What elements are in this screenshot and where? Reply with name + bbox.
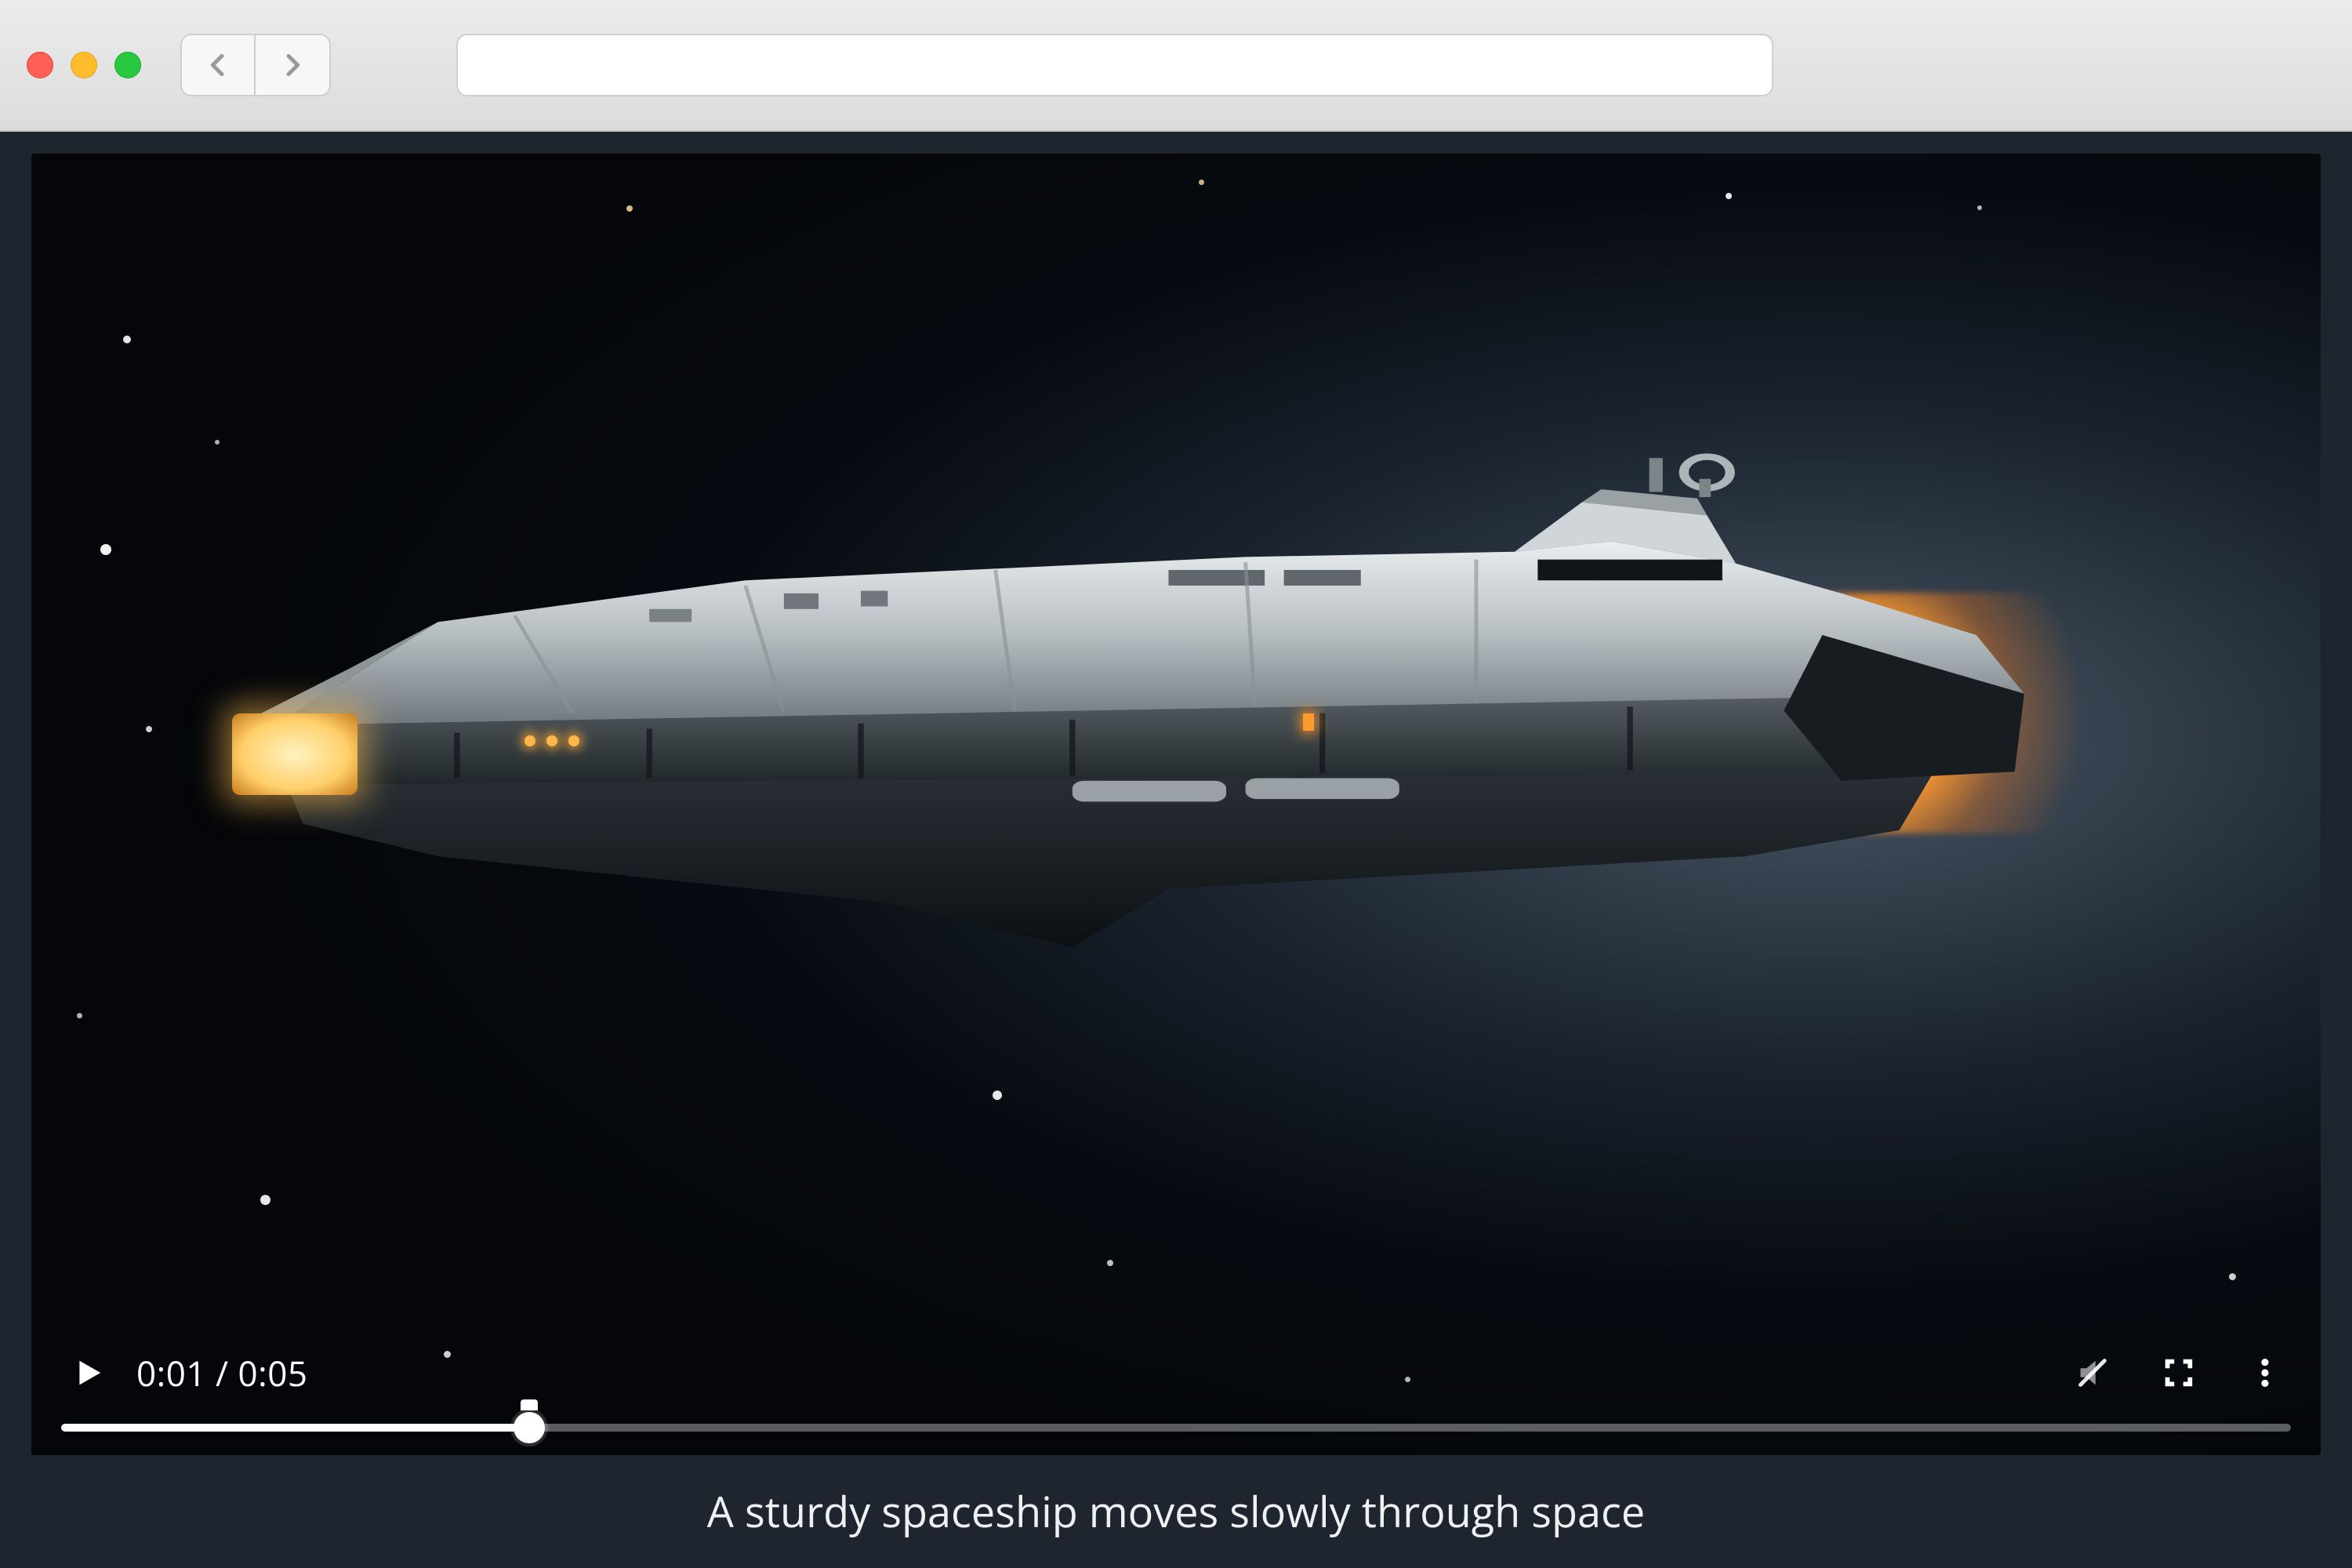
headlight (232, 713, 357, 796)
play-button[interactable] (69, 1355, 105, 1391)
star-icon (77, 1013, 82, 1018)
minimize-window-button[interactable] (71, 52, 97, 78)
more-vertical-icon (2247, 1355, 2283, 1391)
window-controls (27, 52, 141, 78)
navigation-buttons (180, 34, 331, 96)
time-display: 0:01 / 0:05 (136, 1349, 308, 1396)
window-light (1303, 713, 1314, 731)
star-icon (123, 336, 131, 343)
mute-button[interactable] (2074, 1355, 2111, 1391)
page-content: 0:01 / 0:05 (0, 132, 2352, 1568)
browser-toolbar (0, 0, 2352, 132)
maximize-window-button[interactable] (114, 52, 141, 78)
star-icon (100, 544, 111, 555)
more-options-button[interactable] (2247, 1355, 2283, 1391)
chevron-right-icon (277, 49, 308, 81)
star-icon (993, 1091, 1002, 1100)
address-bar[interactable] (456, 34, 1773, 96)
video-caption: A sturdy spaceship moves slowly through … (691, 1455, 1661, 1540)
fullscreen-button[interactable] (2161, 1355, 2197, 1391)
back-button[interactable] (180, 34, 256, 96)
close-window-button[interactable] (27, 52, 53, 78)
star-icon (2229, 1273, 2236, 1280)
progress-thumb[interactable] (514, 1412, 545, 1443)
star-icon (626, 205, 633, 212)
star-icon (1726, 193, 1732, 199)
star-icon (1977, 205, 1982, 210)
browser-window: 0:01 / 0:05 (0, 0, 2352, 1568)
star-icon (1107, 1260, 1113, 1266)
chevron-left-icon (202, 49, 234, 81)
volume-muted-icon (2074, 1355, 2111, 1391)
star-icon (260, 1195, 270, 1205)
progress-bar[interactable] (61, 1414, 2291, 1441)
video-controls: 0:01 / 0:05 (31, 1323, 2321, 1455)
star-icon (146, 726, 152, 732)
video-player[interactable]: 0:01 / 0:05 (31, 154, 2321, 1455)
star-icon (1199, 180, 1204, 185)
running-lights (524, 735, 579, 746)
forward-button[interactable] (256, 34, 331, 96)
fullscreen-icon (2161, 1355, 2197, 1391)
progress-fill (61, 1424, 529, 1432)
play-icon (69, 1355, 105, 1391)
spaceship-hull (169, 440, 2092, 986)
spaceship-image (169, 440, 2092, 986)
